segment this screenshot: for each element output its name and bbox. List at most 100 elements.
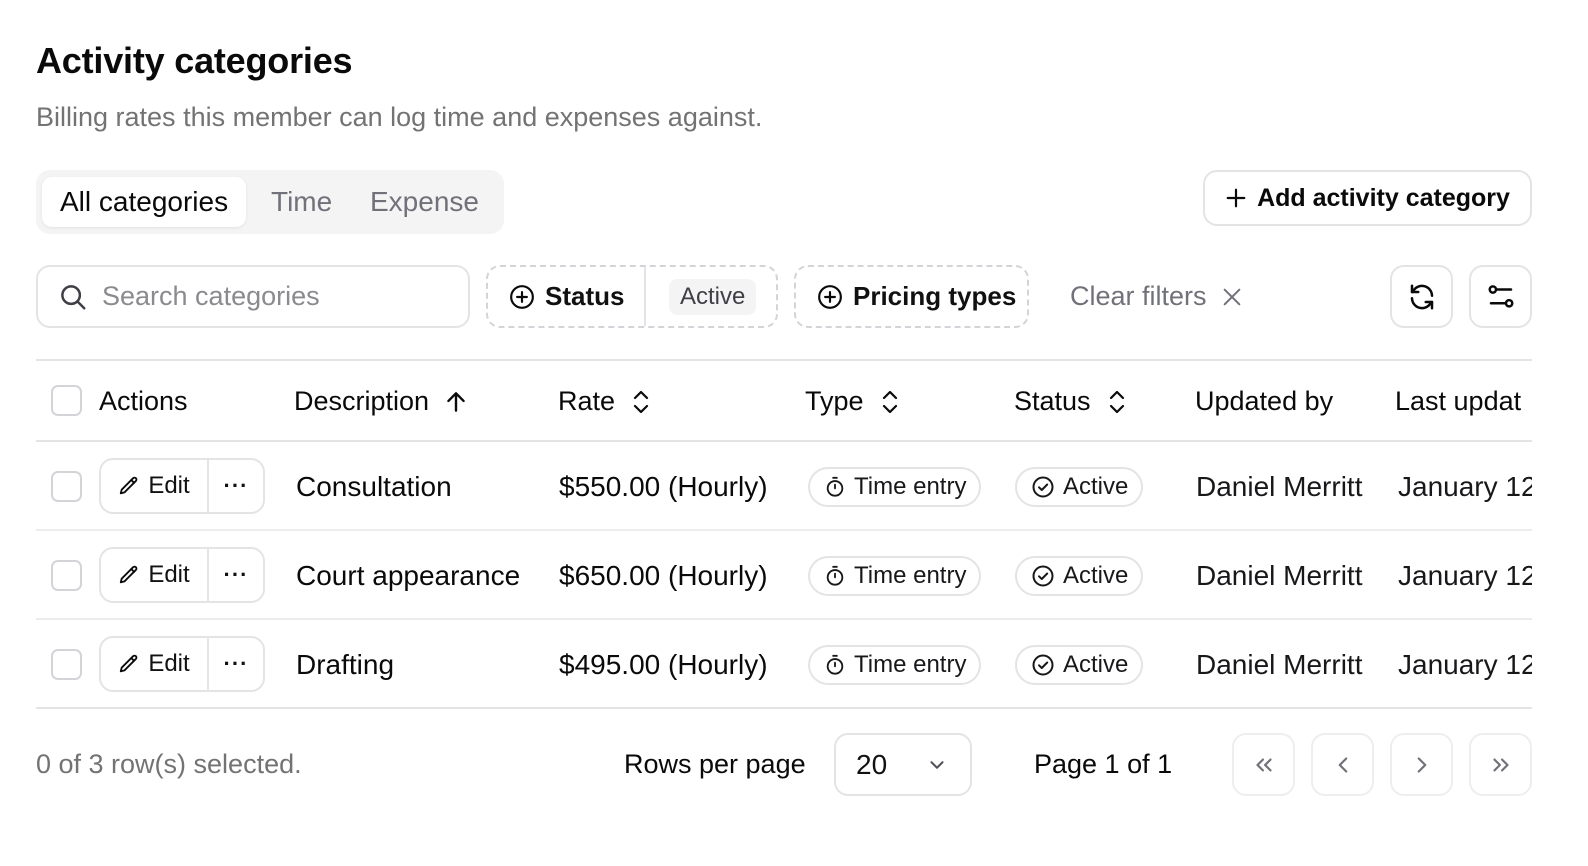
ellipsis-icon: ···: [223, 473, 249, 498]
edit-button[interactable]: Edit: [101, 549, 209, 601]
row-checkbox-cell: [51, 531, 82, 620]
status-filter-chip: Active: [669, 278, 757, 315]
chevrons-up-down-icon: [878, 388, 902, 416]
plus-circle-icon: [509, 284, 535, 310]
view-options-button[interactable]: [1469, 265, 1532, 328]
first-page-button[interactable]: [1232, 733, 1295, 796]
row-checkbox-cell: [51, 442, 82, 531]
chevrons-up-down-icon: [629, 388, 653, 416]
table-row: Edit ··· Court appearance $650.00 (Hourl…: [0, 531, 1588, 620]
cell-status: Active: [1015, 620, 1144, 709]
pricing-types-filter[interactable]: Pricing types: [794, 265, 1029, 328]
column-header-actions: Actions: [99, 386, 188, 417]
page-indicator: Page 1 of 1: [1034, 749, 1173, 779]
edit-button[interactable]: Edit: [101, 638, 209, 690]
status-filter-label: Status: [545, 281, 625, 311]
refresh-icon: [1407, 282, 1437, 312]
cell-last-updated: January 12: [1398, 559, 1532, 591]
row-checkbox[interactable]: [51, 560, 82, 591]
cell-type: Time entry: [808, 620, 982, 709]
rows-per-page-value: 20: [856, 748, 888, 780]
last-page-button[interactable]: [1469, 733, 1532, 796]
column-header-status[interactable]: Status: [1014, 386, 1129, 417]
column-label: Last updat: [1395, 386, 1522, 416]
more-actions-button[interactable]: ···: [209, 460, 263, 512]
more-actions-button[interactable]: ···: [209, 549, 263, 601]
row-checkbox[interactable]: [51, 649, 82, 680]
more-actions-button[interactable]: ···: [209, 638, 263, 690]
status-label: Active: [1063, 472, 1129, 500]
column-label: Status: [1014, 386, 1091, 416]
chevron-left-icon: [1330, 752, 1356, 778]
status-label: Active: [1063, 650, 1129, 678]
status-badge: Active: [1015, 644, 1144, 685]
add-activity-category-label: Add activity category: [1257, 183, 1510, 212]
cell-updated-by: Daniel Merritt: [1196, 559, 1363, 591]
column-label: Actions: [99, 386, 188, 416]
cell-type: Time entry: [808, 531, 982, 620]
cell-rate: $550.00 (Hourly): [559, 470, 768, 502]
column-label: Rate: [558, 386, 616, 416]
edit-label: Edit: [148, 472, 190, 499]
column-header-type[interactable]: Type: [805, 386, 902, 417]
cell-description: Drafting: [296, 648, 395, 680]
type-label: Time entry: [854, 650, 967, 678]
stopwatch-icon: [824, 476, 846, 498]
row-checkbox[interactable]: [51, 471, 82, 502]
category-tabs: All categories Time Expense: [36, 170, 504, 234]
tab-all-categories[interactable]: All categories: [42, 177, 247, 227]
tab-time[interactable]: Time: [253, 177, 350, 227]
edit-label: Edit: [148, 561, 190, 588]
stopwatch-icon: [824, 654, 846, 676]
column-label: Updated by: [1195, 386, 1334, 416]
pencil-icon: [118, 653, 140, 675]
pricing-types-label: Pricing types: [853, 281, 1017, 311]
status-badge: Active: [1015, 555, 1144, 596]
status-filter[interactable]: Status Active: [486, 265, 778, 328]
previous-page-button[interactable]: [1311, 733, 1374, 796]
ellipsis-icon: ···: [223, 562, 249, 587]
column-header-rate[interactable]: Rate: [558, 386, 653, 417]
column-header-last-updated: Last updat: [1395, 386, 1532, 417]
table-row: Edit ··· Consultation $550.00 (Hourly) T…: [0, 442, 1588, 531]
next-page-button[interactable]: [1390, 733, 1453, 796]
column-header-description[interactable]: Description: [294, 386, 469, 417]
sliders-icon: [1486, 282, 1516, 312]
status-label: Active: [1063, 561, 1129, 589]
search-icon: [58, 282, 88, 312]
row-actions: Edit ···: [99, 458, 265, 514]
row-checkbox-cell: [51, 620, 82, 709]
column-header-updated-by: Updated by: [1195, 386, 1333, 417]
rows-per-page-label: Rows per page: [624, 749, 806, 779]
type-badge: Time entry: [808, 644, 982, 685]
cell-status: Active: [1015, 531, 1144, 620]
edit-button[interactable]: Edit: [101, 460, 209, 512]
chevron-right-icon: [1409, 752, 1435, 778]
arrow-up-icon: [443, 389, 469, 415]
chevron-down-icon: [926, 754, 948, 776]
cell-description: Court appearance: [296, 559, 521, 591]
check-circle-icon: [1031, 475, 1055, 499]
pencil-icon: [118, 564, 140, 586]
refresh-button[interactable]: [1390, 265, 1453, 328]
check-circle-icon: [1031, 564, 1055, 588]
type-badge: Time entry: [808, 466, 982, 507]
row-actions: Edit ···: [99, 636, 265, 692]
cell-rate: $650.00 (Hourly): [559, 559, 768, 591]
cell-type: Time entry: [808, 442, 982, 531]
check-circle-icon: [1031, 653, 1055, 677]
cell-description: Consultation: [296, 470, 452, 502]
plus-icon: [1225, 187, 1247, 209]
close-icon: [1221, 286, 1243, 308]
tab-expense[interactable]: Expense: [352, 177, 497, 227]
column-label: Description: [294, 386, 430, 416]
table-bottom-border: [36, 707, 1532, 709]
clear-filters-button[interactable]: Clear filters: [1070, 265, 1243, 328]
search-input[interactable]: [102, 281, 432, 312]
chevrons-up-down-icon: [1105, 388, 1129, 416]
ellipsis-icon: ···: [223, 651, 249, 676]
select-all-checkbox[interactable]: [51, 385, 82, 416]
cell-status: Active: [1015, 442, 1144, 531]
add-activity-category-button[interactable]: Add activity category: [1203, 170, 1532, 226]
rows-per-page-select[interactable]: 20: [834, 733, 972, 796]
